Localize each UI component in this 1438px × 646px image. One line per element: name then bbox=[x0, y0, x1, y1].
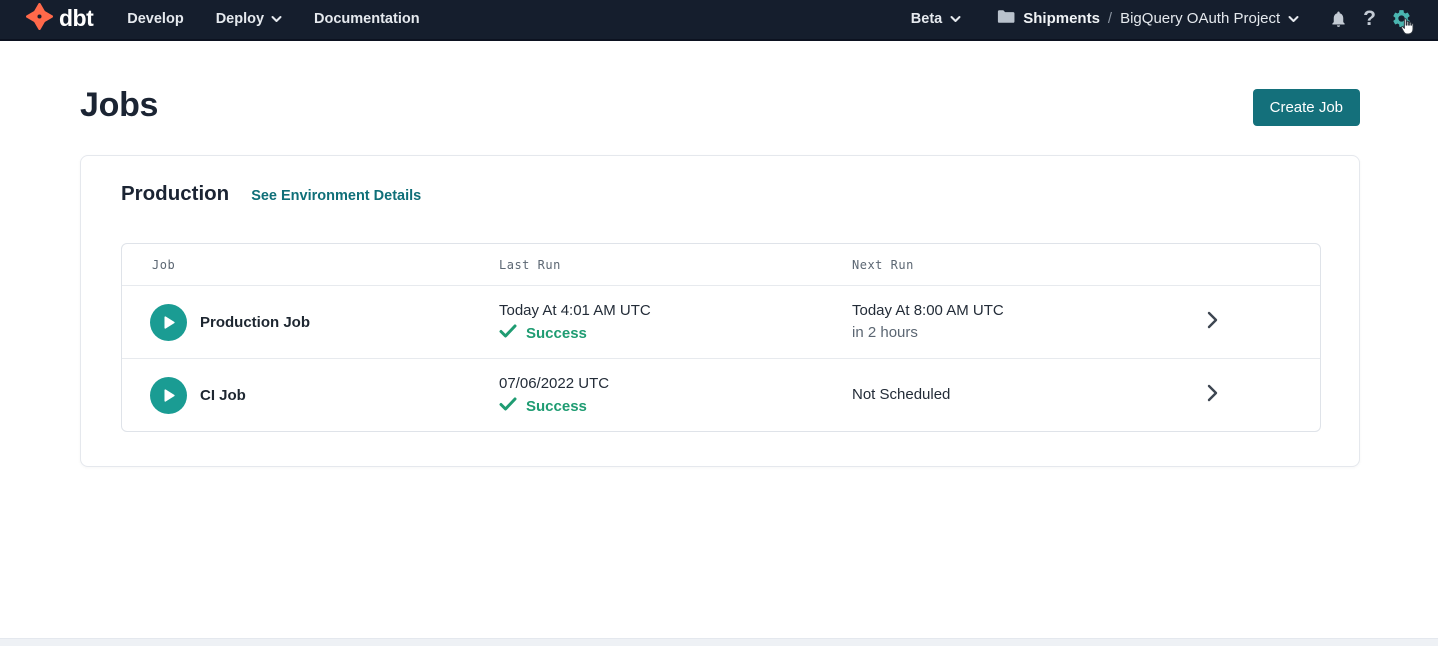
chevron-down-icon bbox=[271, 15, 282, 23]
page-title: Jobs bbox=[80, 86, 158, 125]
check-icon bbox=[499, 324, 517, 343]
top-navbar: dbt Develop Deploy Documentation Beta bbox=[0, 0, 1438, 41]
chevron-down-icon bbox=[1288, 15, 1299, 23]
dbt-logo-word: dbt bbox=[59, 5, 93, 32]
column-header-next-run: Next Run bbox=[852, 258, 1207, 272]
next-run-note: in 2 hours bbox=[852, 323, 1207, 343]
next-run-time: Not Scheduled bbox=[852, 385, 1207, 405]
run-job-play-button[interactable] bbox=[150, 377, 187, 414]
run-job-play-button[interactable] bbox=[150, 304, 187, 341]
job-name: Production Job bbox=[200, 314, 310, 331]
check-icon bbox=[499, 397, 517, 416]
chevron-down-icon bbox=[950, 15, 961, 23]
project-selector[interactable]: Shipments / BigQuery OAuth Project bbox=[997, 9, 1299, 29]
last-run-time: 07/06/2022 UTC bbox=[499, 374, 852, 394]
question-icon[interactable]: ? bbox=[1363, 8, 1376, 29]
chevron-right-icon[interactable] bbox=[1207, 311, 1218, 334]
breadcrumb-separator: / bbox=[1108, 10, 1112, 27]
horizontal-scrollbar[interactable] bbox=[0, 638, 1438, 646]
environment-name: Production bbox=[121, 182, 229, 206]
project-name: BigQuery OAuth Project bbox=[1120, 10, 1280, 27]
jobs-table-header: Job Last Run Next Run bbox=[122, 244, 1320, 285]
column-header-last-run: Last Run bbox=[499, 258, 852, 272]
nav-item-deploy[interactable]: Deploy bbox=[216, 11, 282, 27]
jobs-table: Job Last Run Next Run Production Job Tod… bbox=[121, 243, 1321, 432]
environment-card: Production See Environment Details Job L… bbox=[80, 155, 1360, 467]
nav-item-develop[interactable]: Develop bbox=[127, 11, 183, 27]
folder-icon bbox=[997, 9, 1015, 29]
dbt-logo[interactable]: dbt bbox=[26, 3, 93, 35]
nav-item-documentation[interactable]: Documentation bbox=[314, 11, 420, 27]
next-run-time: Today At 8:00 AM UTC bbox=[852, 301, 1207, 321]
bell-icon[interactable] bbox=[1329, 9, 1348, 29]
beta-dropdown[interactable]: Beta bbox=[911, 11, 961, 27]
table-row-ci-job[interactable]: CI Job 07/06/2022 UTC Success Not Schedu… bbox=[122, 358, 1320, 431]
primary-nav: Develop Deploy Documentation bbox=[127, 11, 419, 27]
create-job-button[interactable]: Create Job bbox=[1253, 89, 1360, 126]
last-run-time: Today At 4:01 AM UTC bbox=[499, 301, 852, 321]
job-name: CI Job bbox=[200, 387, 246, 404]
column-header-job: Job bbox=[122, 258, 499, 272]
see-environment-details-link[interactable]: See Environment Details bbox=[251, 188, 421, 204]
gear-icon[interactable] bbox=[1391, 8, 1412, 29]
hand-cursor bbox=[1398, 17, 1415, 41]
status-badge: Success bbox=[526, 325, 587, 342]
status-badge: Success bbox=[526, 398, 587, 415]
dbt-logo-icon bbox=[26, 3, 53, 35]
account-name: Shipments bbox=[1023, 10, 1100, 27]
chevron-right-icon[interactable] bbox=[1207, 384, 1218, 407]
table-row-production-job[interactable]: Production Job Today At 4:01 AM UTC Succ… bbox=[122, 285, 1320, 358]
